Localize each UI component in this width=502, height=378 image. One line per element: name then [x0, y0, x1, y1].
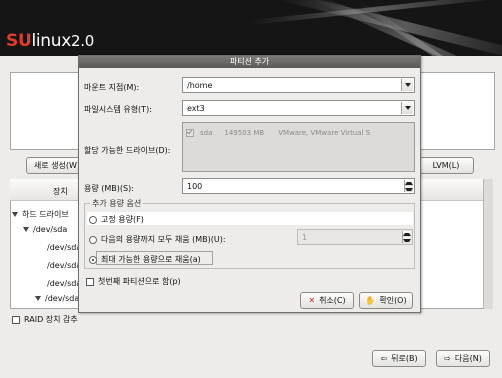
- checkbox-icon[interactable]: [86, 277, 94, 286]
- lvm-button[interactable]: LVM(L): [418, 157, 474, 174]
- tree-row-partition[interactable]: /dev/sda: [47, 279, 81, 288]
- hide-raid-checkbox[interactable]: RAID 장치 감추: [12, 314, 78, 325]
- fill-max-radio[interactable]: 최대 가능한 용량으로 채움(a): [89, 254, 201, 265]
- size-options-legend: 추가 용량 옵션: [90, 198, 144, 209]
- expander-icon[interactable]: [35, 296, 41, 301]
- fill-upto-label: 다음의 용량까지 모두 채움 (MB)(U):: [101, 235, 226, 244]
- fs-type-label: 파일시스템 유형(T):: [84, 105, 152, 114]
- hide-raid-label: RAID 장치 감추: [24, 315, 78, 324]
- expander-icon[interactable]: [12, 212, 18, 217]
- radio-icon[interactable]: [89, 215, 97, 224]
- new-partition-label: 새로 생성(W): [33, 161, 81, 170]
- mount-point-combo[interactable]: /home: [182, 77, 415, 93]
- tree-row-partition[interactable]: /dev/sda: [47, 261, 81, 270]
- back-label: 뒤로(B): [391, 354, 418, 363]
- back-arrow-icon: ⇦: [380, 353, 388, 363]
- chevron-down-icon[interactable]: [401, 102, 413, 114]
- tree-row-partition[interactable]: /dev/sda: [35, 294, 79, 303]
- fs-type-value: ext3: [187, 103, 205, 113]
- fixed-size-radio[interactable]: 고정 용량(F): [89, 214, 144, 225]
- fill-upto-radio[interactable]: 다음의 용량까지 모두 채움 (MB)(U):: [89, 234, 226, 245]
- checkbox-icon[interactable]: [12, 315, 20, 324]
- logo: SUlinux2.0: [6, 31, 94, 51]
- drive-checkbox[interactable]: [186, 129, 194, 137]
- drive-name: sda: [200, 129, 213, 137]
- drive-size: 149503 MB: [224, 129, 265, 137]
- tree-row-harddrive[interactable]: 하드 드라이브: [12, 209, 69, 220]
- spin-down-icon[interactable]: [405, 186, 413, 192]
- tree-scrollbar[interactable]: [483, 179, 493, 309]
- size-spinner[interactable]: 100: [182, 178, 415, 194]
- dialog-title: 파티션 추가: [79, 56, 420, 68]
- tree-header-device: 장치: [53, 187, 68, 196]
- drive-model: VMware, VMware Virtual S: [278, 129, 371, 137]
- mount-point-label: 마운트 지점(M):: [84, 83, 140, 92]
- back-button[interactable]: ⇦ 뒤로(B): [372, 350, 426, 367]
- tree-row-sda[interactable]: /dev/sda: [23, 225, 67, 234]
- tree-row-label: /dev/sda: [47, 261, 82, 270]
- tree-row-partition[interactable]: /dev/sda: [47, 243, 81, 252]
- next-label: 다음(N): [454, 354, 482, 363]
- tree-row-label: /dev/sda: [47, 243, 82, 252]
- primary-partition-label: 첫번째 파티션으로 함(p): [98, 277, 181, 286]
- expander-icon[interactable]: [23, 227, 29, 232]
- fill-upto-spinner[interactable]: 1: [297, 229, 413, 245]
- size-value: 100: [187, 181, 203, 191]
- ok-button[interactable]: ✋ 확인(O): [359, 292, 413, 309]
- ok-icon: ✋: [365, 295, 376, 305]
- spin-down-icon[interactable]: [403, 237, 411, 243]
- chevron-down-icon[interactable]: [401, 79, 413, 91]
- cancel-label: 취소(C): [319, 296, 346, 305]
- tree-row-label: 하드 드라이브: [22, 210, 69, 219]
- radio-selected-icon[interactable]: [89, 255, 97, 264]
- next-arrow-icon: ⇨: [444, 353, 451, 363]
- tree-row-label: /dev/sda: [47, 279, 82, 288]
- cancel-x-icon: ✕: [308, 295, 316, 305]
- fill-upto-value: 1: [302, 232, 308, 242]
- next-button[interactable]: ⇨ 다음(N): [436, 350, 490, 367]
- logo-su: SU: [6, 31, 32, 51]
- tree-row-label: /dev/sda: [45, 294, 80, 303]
- drives-label: 할당 가능한 드라이브(D):: [84, 146, 171, 155]
- ok-label: 확인(O): [379, 296, 407, 305]
- drive-row-sda[interactable]: sda 149503 MB VMware, VMware Virtual S: [186, 129, 370, 137]
- logo-version: 2.0: [71, 32, 94, 50]
- fill-max-label: 최대 가능한 용량으로 채움(a): [101, 255, 201, 264]
- fixed-size-label: 고정 용량(F): [101, 215, 144, 224]
- fs-type-combo[interactable]: ext3: [182, 100, 415, 116]
- lvm-label: LVM(L): [432, 161, 460, 170]
- radio-icon[interactable]: [89, 235, 97, 244]
- tree-row-label: /dev/sda: [33, 225, 68, 234]
- logo-linux: linux: [31, 31, 72, 51]
- cancel-button[interactable]: ✕ 취소(C): [300, 292, 354, 309]
- primary-partition-checkbox[interactable]: 첫번째 파티션으로 함(p): [86, 276, 181, 287]
- mount-point-value: /home: [187, 80, 213, 90]
- size-label: 용량 (MB)(S):: [84, 184, 134, 193]
